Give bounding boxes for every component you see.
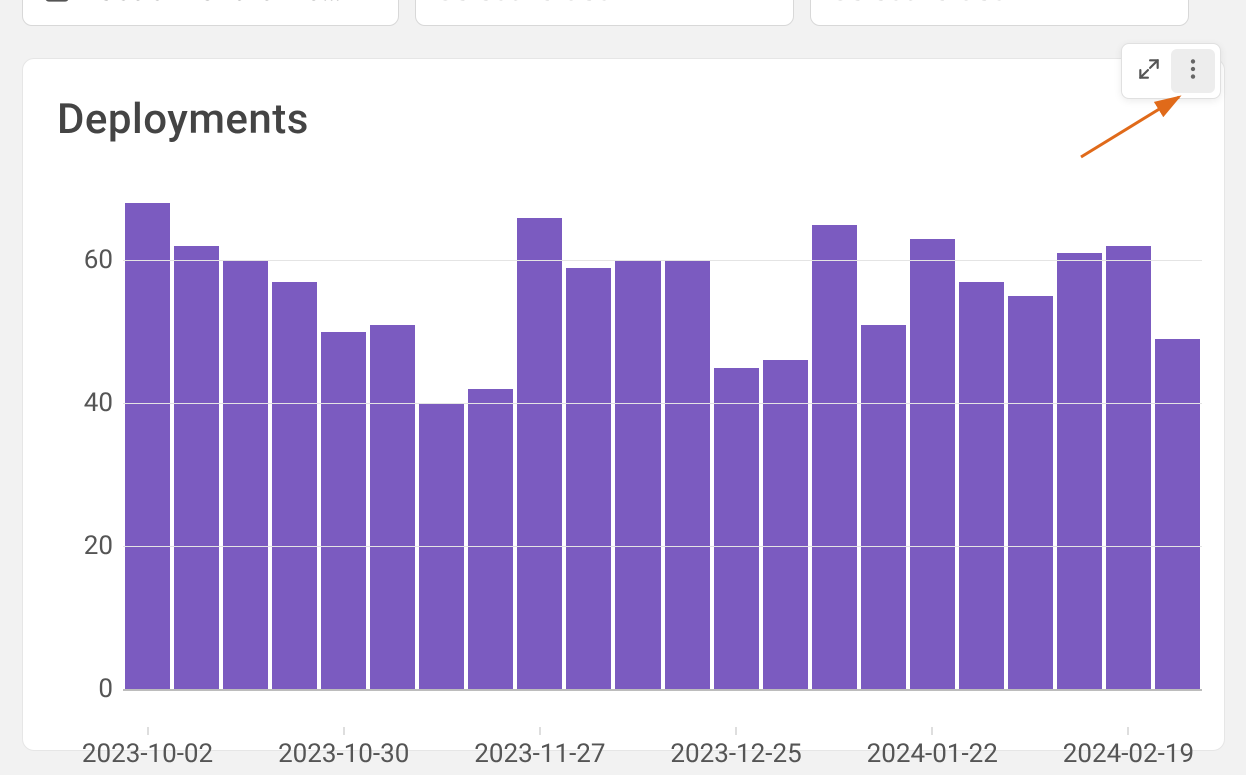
- x-tick-label: 2024-01-22: [867, 739, 998, 769]
- kebab-icon: [1180, 56, 1206, 86]
- filter-placeholder: Select values: [831, 0, 1007, 8]
- deployments-card: Deployments: [22, 58, 1225, 751]
- date-range-filter[interactable]: Last 6 months incl...: [22, 0, 399, 26]
- more-options-button[interactable]: [1171, 49, 1215, 93]
- chart-bars: [123, 189, 1202, 689]
- chart-bar[interactable]: [615, 260, 660, 689]
- y-tick-label: 0: [57, 674, 113, 704]
- annotation-arrow-icon: [1075, 87, 1195, 167]
- expand-button[interactable]: [1127, 49, 1171, 93]
- chart-bar[interactable]: [517, 218, 562, 689]
- x-tick-label: 2023-11-27: [474, 739, 605, 769]
- chart-bar[interactable]: [174, 246, 219, 689]
- x-tick: [147, 727, 148, 735]
- chart-plot: [123, 189, 1202, 689]
- grid-line: [123, 403, 1202, 404]
- chart-bar[interactable]: [370, 325, 415, 689]
- filter-select-3[interactable]: Select values: [810, 0, 1189, 26]
- filter-placeholder: Select values: [436, 0, 612, 8]
- filter-select-2[interactable]: Select values: [415, 0, 794, 26]
- x-tick: [932, 727, 933, 735]
- date-range-label: Last 6 months incl...: [83, 0, 346, 8]
- chart-bar[interactable]: [910, 239, 955, 689]
- grid-line: [123, 546, 1202, 547]
- chart-area: 2023-10-022023-10-302023-11-272023-12-25…: [57, 189, 1202, 729]
- x-tick-label: 2024-02-19: [1063, 739, 1194, 769]
- chart-bar[interactable]: [272, 282, 317, 689]
- chart-x-labels: 2023-10-022023-10-302023-11-272023-12-25…: [123, 735, 1202, 775]
- chart-bar[interactable]: [1106, 246, 1151, 689]
- card-title: Deployments: [57, 95, 309, 144]
- chart-bar[interactable]: [812, 225, 857, 689]
- x-tick-label: 2023-10-30: [278, 739, 409, 769]
- x-axis-line: [123, 689, 1202, 691]
- y-tick-label: 20: [57, 531, 113, 561]
- chart-bar[interactable]: [763, 360, 808, 689]
- x-tick-label: 2023-12-25: [670, 739, 801, 769]
- chevron-down-icon: [356, 0, 378, 1]
- chart-bar[interactable]: [1008, 296, 1053, 689]
- chart-bar[interactable]: [665, 260, 710, 689]
- card-actions: [1121, 43, 1221, 99]
- grid-line: [123, 260, 1202, 261]
- x-tick: [1128, 727, 1129, 735]
- filter-row: Last 6 months incl... Select values Sele…: [22, 0, 1225, 26]
- chart-bar[interactable]: [1057, 253, 1102, 689]
- y-tick-label: 60: [57, 245, 113, 275]
- y-tick-label: 40: [57, 388, 113, 418]
- chart-bar[interactable]: [1155, 339, 1200, 689]
- chart-bar[interactable]: [468, 389, 513, 689]
- chart-bar[interactable]: [714, 368, 759, 689]
- x-tick-label: 2023-10-02: [82, 739, 213, 769]
- calendar-icon: [43, 0, 71, 4]
- x-tick: [539, 727, 540, 735]
- chart-bar[interactable]: [321, 332, 366, 689]
- chart-bar[interactable]: [959, 282, 1004, 689]
- chart-bar[interactable]: [125, 203, 170, 689]
- chart-bar[interactable]: [566, 268, 611, 689]
- expand-icon: [1136, 56, 1162, 86]
- x-tick: [343, 727, 344, 735]
- chart-bar[interactable]: [861, 325, 906, 689]
- x-tick: [736, 727, 737, 735]
- chart-bar[interactable]: [223, 260, 268, 689]
